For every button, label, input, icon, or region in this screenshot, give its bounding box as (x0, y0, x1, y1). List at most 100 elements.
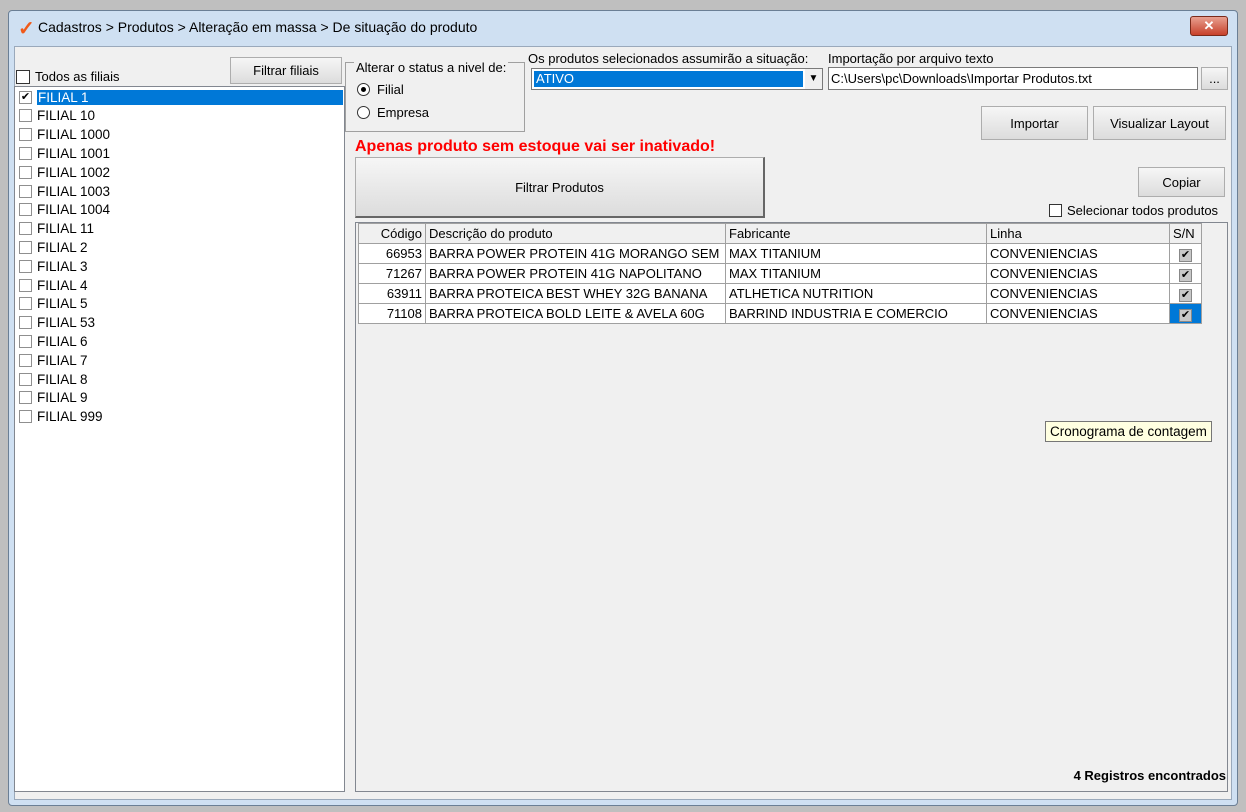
branch-item[interactable]: FILIAL 1003 (19, 182, 343, 200)
checkbox-icon[interactable] (19, 165, 32, 179)
cell-descricao: BARRA PROTEICA BEST WHEY 32G BANANA (425, 283, 726, 304)
radio-label: Empresa (377, 105, 430, 120)
cell-descricao: BARRA POWER PROTEIN 41G NAPOLITANO (425, 263, 726, 284)
branch-label: FILIAL 3 (37, 258, 88, 274)
checkbox-icon (16, 69, 30, 84)
branch-item[interactable]: FILIAL 11 (19, 220, 343, 238)
radio-label: Filial (377, 82, 404, 97)
view-layout-button[interactable]: Visualizar Layout (1093, 106, 1226, 140)
branch-item[interactable]: FILIAL 1004 (19, 201, 343, 219)
checkbox-icon[interactable] (19, 128, 32, 142)
browse-button[interactable]: ... (1201, 67, 1228, 90)
branch-label: FILIAL 1000 (37, 127, 111, 143)
branch-item[interactable]: FILIAL 4 (19, 276, 343, 294)
branch-label: FILIAL 6 (37, 333, 88, 349)
records-count: 4 Registros encontrados (1073, 768, 1226, 783)
checkbox-icon[interactable] (19, 278, 32, 292)
branch-item[interactable]: ✔ FILIAL 1 (19, 88, 343, 106)
checkbox-icon[interactable] (19, 222, 32, 236)
table-row[interactable]: 71267 BARRA POWER PROTEIN 41G NAPOLITANO M… (358, 263, 1202, 284)
select-checkbox[interactable]: ✔ (1179, 288, 1192, 302)
checkbox-icon[interactable] (19, 203, 32, 217)
branch-label: FILIAL 1003 (37, 183, 111, 199)
branch-item[interactable]: FILIAL 8 (19, 370, 343, 388)
branch-label: FILIAL 1 (37, 89, 343, 105)
close-button[interactable]: ✕ (1190, 16, 1228, 36)
checkbox-icon[interactable] (19, 391, 32, 405)
col-codigo[interactable]: Código (358, 223, 426, 244)
table-row[interactable]: 66953 BARRA POWER PROTEIN 41G MORANGO SEM… (358, 243, 1202, 264)
filter-branches-button[interactable]: Filtrar filiais (230, 57, 342, 84)
select-checkbox[interactable]: ✔ (1179, 308, 1192, 322)
status-label: Os produtos selecionados assumirão a sit… (528, 51, 809, 66)
branch-label: FILIAL 2 (37, 239, 88, 255)
branch-item[interactable]: FILIAL 3 (19, 257, 343, 275)
import-path-input[interactable] (828, 67, 1198, 90)
branch-item[interactable]: FILIAL 1000 (19, 126, 343, 144)
branch-item[interactable]: FILIAL 5 (19, 295, 343, 313)
col-linha[interactable]: Linha (986, 223, 1170, 244)
select-all-products-checkbox[interactable]: Selecionar todos produtos (1049, 203, 1218, 218)
checkbox-icon[interactable] (19, 240, 32, 254)
branch-item[interactable]: FILIAL 2 (19, 238, 343, 256)
cell-fabricante: ATLHETICA NUTRITION (725, 283, 987, 304)
branch-label: FILIAL 1004 (37, 202, 111, 218)
radio-empresa[interactable]: Empresa (357, 105, 429, 120)
select-checkbox[interactable]: ✔ (1179, 268, 1192, 282)
cell-linha: CONVENIENCIAS (986, 243, 1170, 264)
branch-item[interactable]: FILIAL 6 (19, 332, 343, 350)
cell-descricao: BARRA POWER PROTEIN 41G MORANGO SEM (425, 243, 726, 264)
branch-item[interactable]: FILIAL 9 (19, 389, 343, 407)
checkbox-icon[interactable] (19, 297, 32, 311)
cell-codigo: 63911 (358, 283, 426, 304)
branch-label: FILIAL 11 (37, 221, 95, 237)
copy-button[interactable]: Copiar (1138, 167, 1225, 197)
radio-icon (357, 106, 370, 119)
branch-item[interactable]: FILIAL 53 (19, 314, 343, 332)
cell-codigo: 71267 (358, 263, 426, 284)
checkbox-icon[interactable] (19, 259, 32, 273)
checkbox-icon[interactable] (19, 109, 32, 123)
checkbox-icon[interactable] (19, 316, 32, 330)
table-row[interactable]: 71108 BARRA PROTEICA BOLD LEITE & AVELA 6… (358, 303, 1202, 324)
branch-label: FILIAL 4 (37, 277, 88, 293)
chevron-down-icon[interactable]: ▼ (805, 69, 822, 89)
select-checkbox[interactable]: ✔ (1179, 248, 1192, 262)
branch-label: FILIAL 8 (37, 371, 88, 387)
branch-label: FILIAL 10 (37, 108, 96, 124)
cell-linha: CONVENIENCIAS (986, 283, 1170, 304)
all-branches-label: Todos as filiais (35, 69, 120, 84)
cell-linha: CONVENIENCIAS (986, 303, 1170, 324)
branch-label: FILIAL 999 (37, 409, 103, 425)
col-descricao[interactable]: Descrição do produto (425, 223, 726, 244)
checkbox-icon[interactable]: ✔ (19, 90, 32, 104)
radio-filial[interactable]: Filial (357, 82, 404, 97)
col-fabricante[interactable]: Fabricante (725, 223, 987, 244)
import-label: Importação por arquivo texto (828, 51, 994, 66)
branch-label: FILIAL 5 (37, 296, 88, 312)
checkbox-icon[interactable] (19, 410, 32, 424)
branch-item[interactable]: FILIAL 999 (19, 408, 343, 426)
branch-label: FILIAL 1002 (37, 164, 111, 180)
checkbox-icon[interactable] (19, 372, 32, 386)
checkbox-icon[interactable] (19, 184, 32, 198)
branch-item[interactable]: FILIAL 1001 (19, 144, 343, 162)
checkbox-icon[interactable] (19, 353, 32, 367)
checkbox-icon[interactable] (19, 146, 32, 160)
col-sn[interactable]: S/N (1169, 223, 1202, 244)
status-select[interactable]: ATIVO ▼ (531, 68, 823, 90)
branch-label: FILIAL 9 (37, 390, 88, 406)
import-button[interactable]: Importar (981, 106, 1088, 140)
all-branches-checkbox[interactable]: Todos as filiais (16, 69, 120, 84)
branch-label: FILIAL 7 (37, 352, 88, 368)
checkbox-icon[interactable] (19, 334, 32, 348)
table-row[interactable]: 63911 BARRA PROTEICA BEST WHEY 32G BANANA… (358, 283, 1202, 304)
cell-fabricante: MAX TITANIUM (725, 243, 987, 264)
branch-list[interactable]: ✔ FILIAL 1 FILIAL 10 FILIAL 1000 FILIAL 1001… (14, 86, 345, 792)
cell-linha: CONVENIENCIAS (986, 263, 1170, 284)
branch-item[interactable]: FILIAL 1002 (19, 163, 343, 181)
filter-products-button[interactable]: Filtrar Produtos (355, 157, 765, 218)
cell-fabricante: MAX TITANIUM (725, 263, 987, 284)
branch-item[interactable]: FILIAL 10 (19, 107, 343, 125)
branch-item[interactable]: FILIAL 7 (19, 351, 343, 369)
